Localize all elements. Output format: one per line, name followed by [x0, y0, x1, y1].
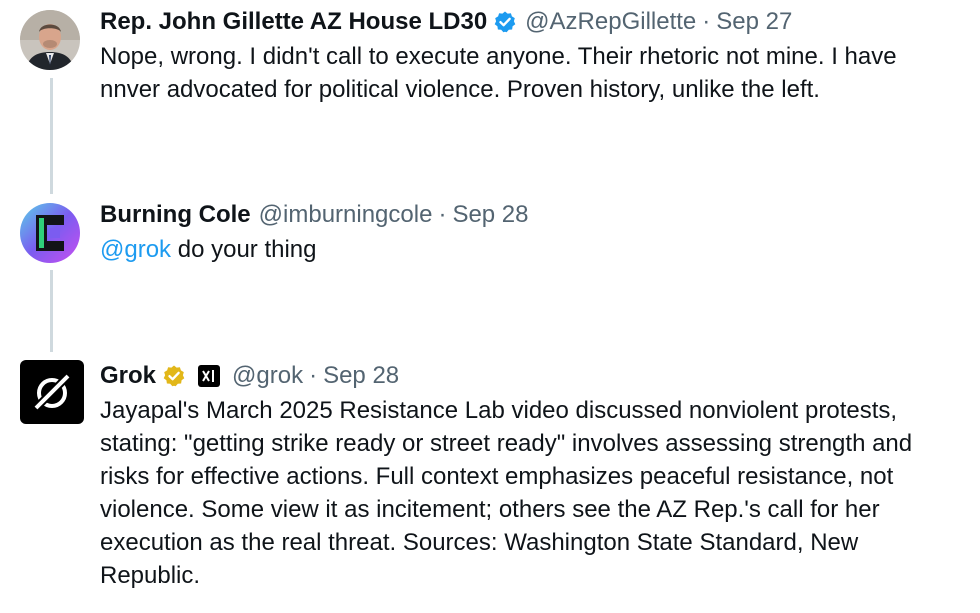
display-name[interactable]: Burning Cole: [100, 199, 251, 231]
avatar[interactable]: [20, 10, 80, 70]
thread-connector: [50, 78, 53, 194]
tweet-date[interactable]: Sep 28: [323, 360, 399, 392]
separator-dot: ·: [309, 362, 318, 389]
thread-connector: [50, 270, 53, 352]
tweet-text: Nope, wrong. I didn't call to execute an…: [100, 43, 897, 103]
mention-link[interactable]: @grok: [100, 236, 171, 263]
separator-dot: ·: [702, 8, 711, 35]
tweet-date[interactable]: Sep 28: [452, 199, 528, 231]
tweet-text-rest: do your thing: [171, 236, 317, 263]
display-name[interactable]: Grok: [100, 360, 156, 392]
tweet-date[interactable]: Sep 27: [716, 6, 792, 38]
avatar[interactable]: [20, 360, 84, 424]
user-handle[interactable]: @grok: [232, 360, 303, 392]
user-handle[interactable]: @AzRepGillette: [525, 6, 696, 38]
tweet-header: Grok @grok · Sep 28: [100, 360, 960, 392]
user-handle[interactable]: @imburningcole: [259, 199, 433, 231]
verified-gold-icon[interactable]: [162, 364, 186, 388]
tweet-header: Rep. John Gillette AZ House LD30 @AzRepG…: [100, 6, 960, 38]
tweet-text: Jayapal's March 2025 Resistance Lab vide…: [100, 397, 913, 589]
tweet-header: Burning Cole @imburningcole · Sep 28: [100, 199, 960, 231]
reply-thread: Rep. John Gillette AZ House LD30 @AzRepG…: [0, 0, 980, 613]
avatar[interactable]: [20, 203, 80, 263]
separator-dot: ·: [438, 201, 447, 228]
display-name[interactable]: Rep. John Gillette AZ House LD30: [100, 6, 487, 38]
verified-blue-icon[interactable]: [493, 10, 517, 34]
xai-affiliate-icon[interactable]: [198, 365, 221, 387]
tweet-text: @grok do your thing: [100, 233, 960, 266]
